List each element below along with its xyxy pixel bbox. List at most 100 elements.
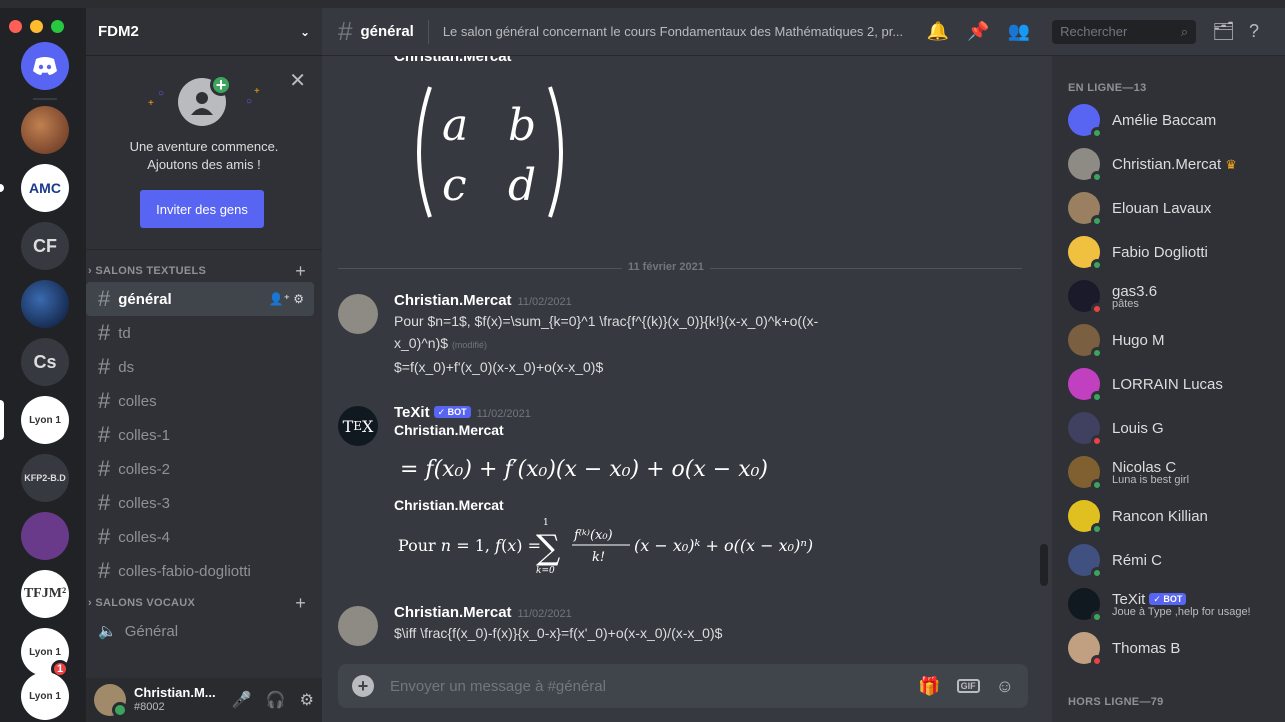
channel-colles[interactable]: # colles [86, 384, 314, 418]
add-friend-icon: + [210, 74, 232, 96]
search-input[interactable]: Rechercher ⌕ [1052, 19, 1197, 44]
minimize-window-button[interactable] [30, 20, 43, 33]
latex-render-image: Pour n = 1, f(x) = ∑ 1 k=0 f⁽ᵏ⁾(x₀) k! (… [398, 517, 1034, 580]
server-lyon1-c[interactable]: Lyon 1 [21, 672, 69, 720]
message-composer[interactable]: + Envoyer un message à #général 🎁 GIF ☺ [338, 664, 1028, 708]
avatar [1068, 500, 1103, 535]
channel-ds[interactable]: # ds [86, 350, 314, 384]
message-author[interactable]: Christian.Mercat [394, 604, 512, 621]
channel-colles-1[interactable]: # colles-1 [86, 418, 314, 452]
server-cs[interactable]: Cs [21, 338, 69, 386]
server-cf[interactable]: CF [21, 222, 69, 270]
attach-plus-icon[interactable]: + [352, 675, 374, 697]
message-text: x_0)^n)$ (modifié) [394, 335, 487, 351]
gear-icon[interactable]: ⚙ [300, 690, 314, 710]
member-list-icon[interactable]: 👥 [1008, 21, 1030, 42]
scrollbar[interactable] [1040, 544, 1048, 586]
texit-avatar[interactable]: TEX [338, 406, 378, 446]
member-item[interactable]: Rémi C [1068, 538, 1278, 582]
offline-header: HORS LIGNE—79 [1068, 696, 1164, 708]
server-lyon1[interactable]: Lyon 1 [21, 396, 69, 444]
close-window-button[interactable] [9, 20, 22, 33]
edited-label: (modifié) [451, 340, 487, 350]
header-divider [427, 19, 429, 44]
member-item[interactable]: Louis G [1068, 406, 1278, 450]
pin-icon[interactable]: 📌 [967, 21, 989, 42]
member-item[interactable]: Fabio Dogliotti [1068, 230, 1278, 274]
home-button[interactable] [21, 42, 69, 90]
hash-icon: # [98, 558, 111, 583]
close-icon[interactable]: ✕ [289, 68, 306, 93]
avatar[interactable] [338, 294, 378, 334]
user-tag: #8002 [134, 701, 165, 713]
channel-settings-icon[interactable]: 👤⁺ ⚙ [269, 292, 304, 306]
member-name: Thomas B [1112, 639, 1181, 657]
channel-colles-2[interactable]: # colles-2 [86, 452, 314, 486]
member-item[interactable]: Rancon Killian [1068, 494, 1278, 538]
message-author[interactable]: Christian.Mercat [394, 56, 512, 65]
channel-colles-fabio-dogliotti[interactable]: # colles-fabio-dogliotti [86, 554, 314, 588]
member-item[interactable]: LORRAIN Lucas [1068, 362, 1278, 406]
member-item[interactable]: Elouan Lavaux [1068, 186, 1278, 230]
gift-icon[interactable]: 🎁 [918, 676, 940, 697]
headphones-icon[interactable]: 🎧 [266, 690, 286, 710]
server-amc[interactable]: AMC [21, 164, 69, 212]
status-indicator [1091, 655, 1103, 667]
avatar[interactable] [338, 606, 378, 646]
server-icon[interactable] [21, 512, 69, 560]
server-earth[interactable] [21, 280, 69, 328]
channel-colles-3[interactable]: # colles-3 [86, 486, 314, 520]
channel-label: colles-3 [118, 494, 170, 512]
hash-icon: # [98, 490, 111, 515]
voice-channel-general[interactable]: 🔈 Général [86, 614, 314, 648]
add-channel-icon[interactable]: + [295, 261, 306, 282]
help-icon[interactable]: ? [1249, 21, 1259, 42]
server-icon[interactable] [21, 106, 69, 154]
category-voice-channels[interactable]: › SALONS VOCAUX + [86, 592, 322, 614]
svg-text:1: 1 [543, 518, 549, 528]
status-indicator [1091, 215, 1103, 227]
bell-icon[interactable]: 🔔 [927, 21, 949, 42]
invite-people-button[interactable]: Inviter des gens [140, 190, 264, 228]
member-name: LORRAIN Lucas [1112, 375, 1223, 393]
member-item[interactable]: Nicolas C Luna is best girl [1068, 450, 1278, 494]
member-item[interactable]: Amélie Baccam [1068, 98, 1278, 142]
member-activity: Luna is best girl [1112, 473, 1190, 486]
svg-text:f⁽ᵏ⁾(x₀): f⁽ᵏ⁾(x₀) [573, 528, 613, 543]
sparkle-icon: + [254, 86, 260, 97]
server-kfp2[interactable]: KFP2-B.D [21, 454, 69, 502]
inbox-icon[interactable]: 🗂 [1212, 21, 1235, 42]
gif-button[interactable]: GIF [956, 679, 980, 693]
channel-topic[interactable]: Le salon général concernant le cours Fon… [443, 24, 909, 39]
member-item[interactable]: TeXit ✓ BOT Joue à Type ,help for usage! [1068, 582, 1278, 626]
zoom-window-button[interactable] [51, 20, 64, 33]
server-header[interactable]: FDM2 ⌄ [86, 8, 322, 56]
mute-mic-icon[interactable]: 🎤 [232, 690, 252, 710]
message-input[interactable]: Envoyer un message à #général [390, 678, 606, 695]
channel-label: colles-2 [118, 460, 170, 478]
channel-general[interactable]: # général 👤⁺ ⚙ [86, 282, 314, 316]
channel-label: colles-fabio-dogliotti [118, 562, 251, 580]
message-text: $=f(x_0)+f'(x_0)(x-x_0)+o(x-x_0)$ [394, 359, 604, 375]
os-title-strip [0, 0, 1285, 8]
add-channel-icon[interactable]: + [295, 593, 306, 614]
server-rail: AMC CF Cs Lyon 1 KFP2-B.D TFJM² Lyon 1 1… [0, 8, 86, 722]
server-tfjm[interactable]: TFJM² [21, 570, 69, 618]
channel-td[interactable]: # td [86, 316, 314, 350]
svg-text:Pour n = 1, f(x) =: Pour n = 1, f(x) = [398, 536, 541, 555]
latex-render-image: = f(x₀) + f′(x₀)(x − x₀) + o(x − x₀) [400, 450, 1034, 489]
channel-label: colles [118, 392, 157, 410]
category-text-channels[interactable]: › SALONS TEXTUELS + [86, 260, 322, 282]
member-item[interactable]: gas3.6 pâtes [1068, 274, 1278, 318]
member-name: Elouan Lavaux [1112, 199, 1212, 217]
member-item[interactable]: Thomas B [1068, 626, 1278, 670]
member-item[interactable]: Christian.Mercat ♛ [1068, 142, 1278, 186]
member-item[interactable]: Hugo M [1068, 318, 1278, 362]
avatar[interactable] [94, 684, 128, 718]
user-panel: Christian.M... #8002 🎤 🎧 ⚙ [86, 678, 322, 722]
channel-colles-4[interactable]: # colles-4 [86, 520, 314, 554]
message-list: Christian.Mercat a b c d 11 février 2021… [322, 56, 1052, 722]
message-author[interactable]: TeXit [394, 404, 430, 421]
emoji-icon[interactable]: ☺ [996, 676, 1014, 697]
message-author[interactable]: Christian.Mercat [394, 292, 512, 309]
